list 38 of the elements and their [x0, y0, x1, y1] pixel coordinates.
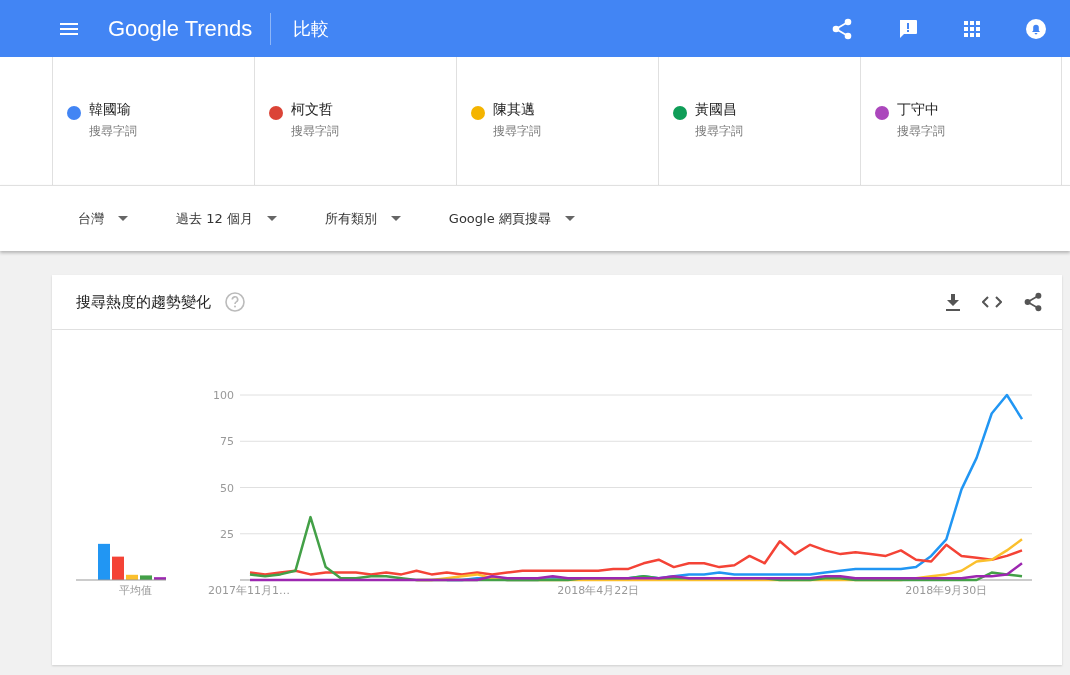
feedback-icon[interactable] — [898, 18, 918, 39]
term-name: 陳其邁 — [493, 101, 536, 119]
term-type: 搜尋字詞 — [493, 123, 541, 140]
caret-icon — [118, 216, 128, 221]
app-logo[interactable]: Google Trends — [108, 15, 253, 42]
term-name: 柯文哲 — [291, 101, 334, 119]
filter-dropdown[interactable]: 台灣 — [66, 203, 140, 234]
term-type: 搜尋字詞 — [291, 123, 339, 140]
filter-dropdown[interactable]: Google 網頁搜尋 — [436, 203, 587, 234]
embed-code-icon[interactable] — [982, 296, 1002, 308]
term-name: 黃國昌 — [695, 101, 738, 119]
page-title: 比較 — [293, 16, 330, 41]
card-title: 搜尋熱度的趨勢變化 — [76, 292, 211, 312]
share-icon[interactable] — [1024, 292, 1042, 312]
caret-icon — [564, 216, 575, 221]
average-label: 平均值 — [118, 584, 152, 597]
help-icon[interactable] — [225, 292, 245, 312]
share-icon[interactable] — [832, 17, 852, 40]
term-type: 搜尋字詞 — [897, 123, 945, 140]
caret-icon — [390, 216, 401, 221]
download-icon[interactable] — [946, 293, 960, 311]
term-name: 韓國瑜 — [89, 101, 132, 119]
y-axis-label: 50 — [220, 481, 234, 495]
term-type: 搜尋字詞 — [89, 123, 137, 140]
y-axis-label: 75 — [220, 435, 234, 449]
x-axis-label: 2018年4月22日 — [557, 584, 640, 597]
notifications-icon[interactable] — [1026, 18, 1046, 39]
term-name: 丁守中 — [897, 101, 940, 119]
apps-grid-icon[interactable] — [964, 20, 980, 37]
caret-icon — [266, 216, 277, 221]
y-axis-label: 100 — [213, 389, 234, 402]
term-type: 搜尋字詞 — [695, 123, 743, 140]
y-axis-label: 25 — [220, 527, 234, 541]
x-axis-label: 2018年9月30日 — [905, 584, 988, 597]
filter-dropdown[interactable]: 所有類別 — [312, 203, 413, 234]
filter-dropdown[interactable]: 過去 12 個月 — [164, 203, 289, 234]
x-axis-label: 2017年11月1… — [208, 584, 290, 597]
menu-icon[interactable] — [60, 22, 78, 35]
